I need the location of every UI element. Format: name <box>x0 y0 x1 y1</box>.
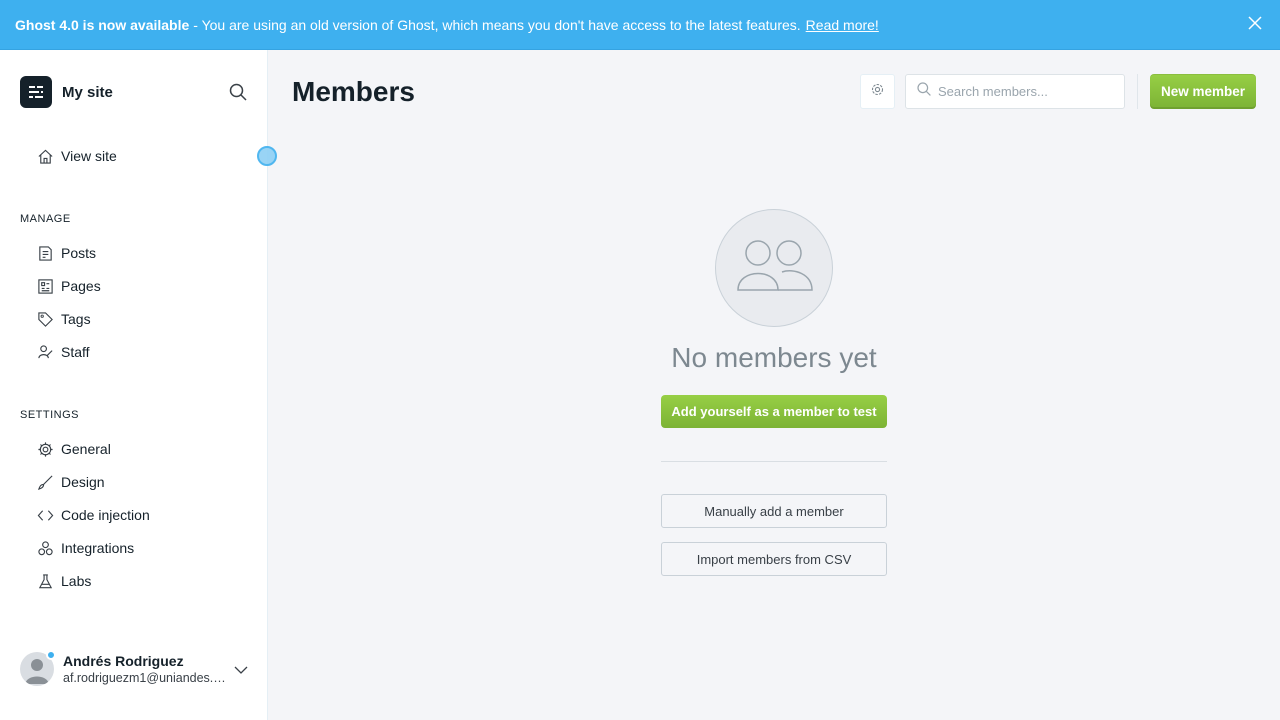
new-member-button[interactable]: New member <box>1150 74 1256 109</box>
user-email: af.rodriguezm1@uniandes.edu.co <box>63 671 228 685</box>
sidebar-item-label: Staff <box>61 344 90 360</box>
close-icon[interactable] <box>1248 16 1262 30</box>
search-icon <box>916 81 932 102</box>
banner-strong: Ghost 4.0 is now available <box>15 16 190 33</box>
manage-section-title: MANAGE <box>20 213 71 225</box>
integrations-icon <box>36 539 54 557</box>
chevron-down-icon[interactable] <box>234 663 248 677</box>
tag-icon <box>36 310 54 328</box>
sidebar-item-view-site[interactable]: View site <box>36 146 117 166</box>
sidebar-item-label: Integrations <box>61 540 135 556</box>
banner-message: - You are using an old version of Ghost,… <box>193 16 801 33</box>
site-logo-icon <box>20 76 52 108</box>
sidebar-item-general[interactable]: General <box>36 439 111 459</box>
sidebar-item-label: Code injection <box>61 507 150 523</box>
sidebar-item-design[interactable]: Design <box>36 472 105 492</box>
home-icon <box>36 147 54 165</box>
divider <box>661 461 887 462</box>
sidebar-item-label: Pages <box>61 278 101 294</box>
manual-add-member-button[interactable]: Manually add a member <box>661 494 887 528</box>
sidebar-item-integrations[interactable]: Integrations <box>36 538 134 558</box>
page-title: Members <box>292 76 415 107</box>
code-icon <box>36 506 54 524</box>
sidebar-item-code-injection[interactable]: Code injection <box>36 505 150 525</box>
sidebar-item-tags[interactable]: Tags <box>36 309 91 329</box>
flask-icon <box>36 572 54 590</box>
search-input[interactable] <box>938 84 1118 99</box>
gear-icon <box>36 440 54 458</box>
sidebar-item-label: View site <box>61 148 117 164</box>
empty-state-title: No members yet <box>671 342 877 373</box>
site-name: My site <box>62 83 113 101</box>
sidebar-item-staff[interactable]: Staff <box>36 342 90 362</box>
status-dot <box>46 650 56 660</box>
sidebar: My site View site MANAGE Posts Pages Tag… <box>0 50 268 720</box>
sidebar-item-label: Labs <box>61 573 92 589</box>
search-icon[interactable] <box>228 82 248 102</box>
add-self-member-button[interactable]: Add yourself as a member to test <box>661 395 887 428</box>
sidebar-item-label: Posts <box>61 245 97 261</box>
user-menu[interactable]: Andrés Rodriguez af.rodriguezm1@uniandes… <box>20 650 252 686</box>
settings-section-title: SETTINGS <box>20 409 80 421</box>
gear-icon <box>870 82 885 102</box>
sidebar-item-label: Design <box>61 474 105 490</box>
sidebar-item-labs[interactable]: Labs <box>36 571 91 591</box>
sidebar-item-posts[interactable]: Posts <box>36 243 96 263</box>
sidebar-item-pages[interactable]: Pages <box>36 276 101 296</box>
pages-icon <box>36 277 54 295</box>
import-csv-button[interactable]: Import members from CSV <box>661 542 887 576</box>
site-header[interactable]: My site <box>20 76 113 108</box>
sidebar-item-label: Tags <box>61 311 91 327</box>
brush-icon <box>36 473 54 491</box>
staff-icon <box>36 343 54 361</box>
posts-icon <box>36 244 54 262</box>
header-divider <box>1137 74 1138 109</box>
cursor-indicator <box>257 146 277 166</box>
sidebar-item-label: General <box>61 441 111 457</box>
user-name: Andrés Rodriguez <box>63 653 184 669</box>
members-empty-illustration <box>715 209 833 327</box>
update-banner: Ghost 4.0 is now available - You are usi… <box>0 0 1280 50</box>
members-settings-button[interactable] <box>860 74 895 109</box>
banner-read-more-link[interactable]: Read more! <box>806 17 879 33</box>
members-search[interactable] <box>905 74 1125 109</box>
members-icon <box>734 236 814 301</box>
